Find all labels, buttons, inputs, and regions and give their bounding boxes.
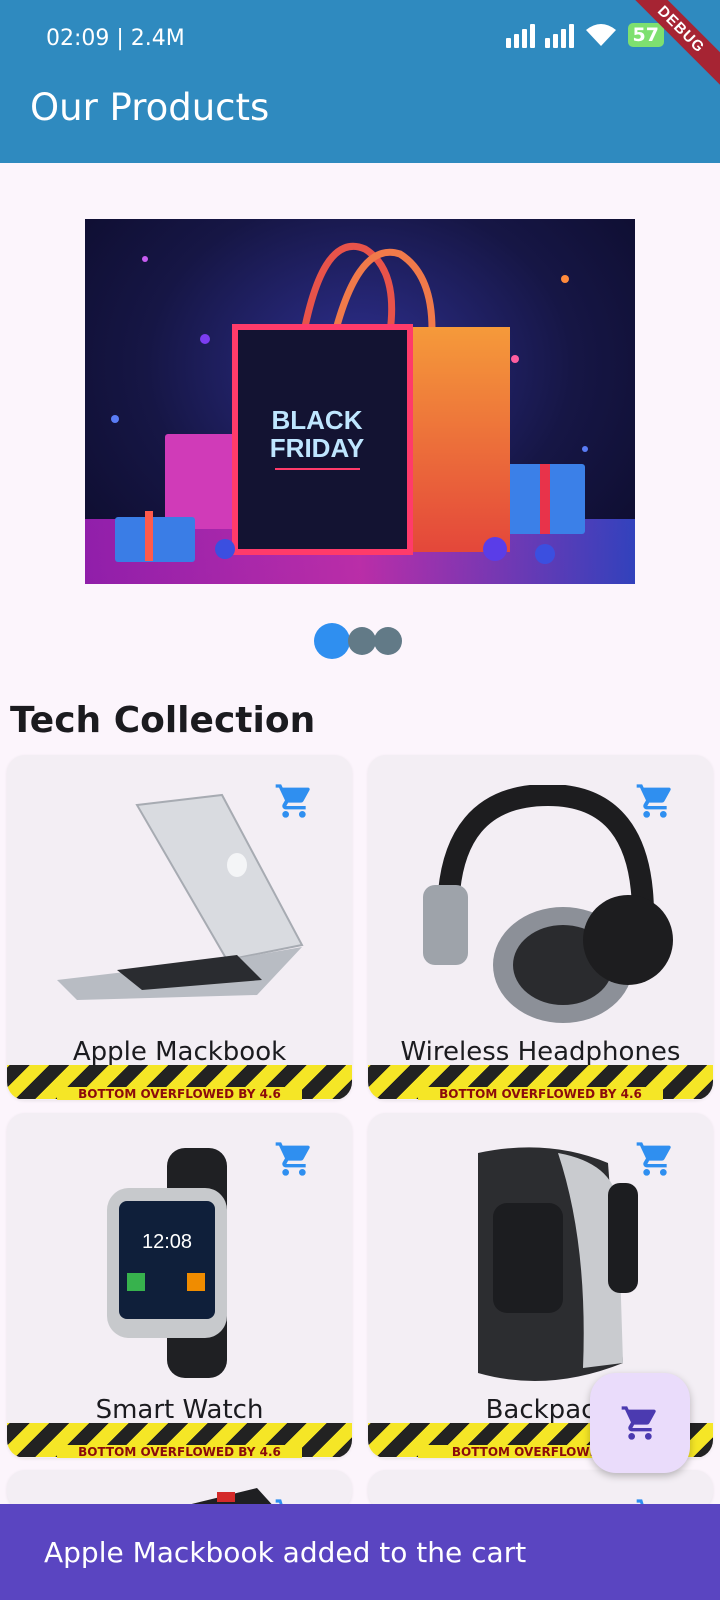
laptop-image (57, 793, 304, 1000)
section-title: Tech Collection (10, 700, 316, 741)
overflow-warning-text: BOTTOM OVERFLOWED BY 4.6 PIXELS (57, 1445, 302, 1458)
overflow-warning: BOTTOM OVERFLOWED BY 4.6 PIXELS (7, 1423, 352, 1458)
snackbar-message: Apple Mackbook added to the cart (44, 1536, 527, 1569)
product-card[interactable]: 12:08 Smart Watch BOTTOM OVERFLOWED BY 4… (7, 1113, 352, 1458)
carousel-dot-active[interactable] (314, 623, 350, 659)
product-name: Wireless Headphones (400, 1037, 681, 1067)
carousel-indicator (314, 623, 402, 659)
overflow-warning: BOTTOM OVERFLOWED BY 4.6 PIXELS (368, 1065, 713, 1100)
product-card[interactable]: Wireless Headphones BOTTOM OVERFLOWED BY… (368, 755, 713, 1100)
backpack-image (478, 1147, 638, 1381)
page-title: Our Products (30, 86, 270, 129)
cart-icon (621, 1406, 656, 1440)
banner-headline-2: FRIDAY (270, 433, 364, 463)
carousel-dot[interactable] (348, 627, 376, 655)
black-friday-banner-image: BLACK FRIDAY (85, 242, 635, 584)
battery-icon: 57 (627, 23, 664, 47)
svg-text:12:08: 12:08 (142, 1231, 192, 1253)
signal-icon (505, 22, 535, 48)
wifi-icon (585, 24, 616, 46)
overflow-warning-text: BOTTOM OVERFLOWED BY 4.6 PIXELS (57, 1087, 302, 1100)
snackbar: Apple Mackbook added to the cart (0, 1504, 720, 1600)
add-to-cart-icon[interactable] (274, 781, 314, 821)
overflow-warning-text: BOTTOM OVERFLOWED BY 4.6 PIXELS (418, 1087, 663, 1100)
app-bar: 02:09 | 2.4M 57 Our Products DEBUG (0, 0, 720, 163)
add-to-cart-icon[interactable] (635, 781, 675, 821)
smartwatch-image: 12:08 (107, 1148, 227, 1378)
product-name: Apple Mackbook (72, 1037, 287, 1067)
promo-carousel[interactable]: BLACK FRIDAY (85, 219, 635, 584)
add-to-cart-icon[interactable] (274, 1139, 314, 1179)
product-name: Smart Watch (95, 1395, 264, 1425)
add-to-cart-icon[interactable] (635, 1139, 675, 1179)
status-time: 02:09 | 2.4M (46, 26, 185, 51)
overflow-warning: BOTTOM OVERFLOWED BY 4.6 PIXELS (7, 1065, 352, 1100)
product-card[interactable]: Apple Mackbook BOTTOM OVERFLOWED BY 4.6 … (7, 755, 352, 1100)
carousel-dot[interactable] (374, 627, 402, 655)
cart-fab-button[interactable] (590, 1373, 690, 1473)
signal-icon (544, 22, 574, 48)
banner-headline-1: BLACK (272, 405, 363, 435)
status-icons: 57 (505, 22, 664, 48)
headphones-image (423, 785, 673, 1023)
